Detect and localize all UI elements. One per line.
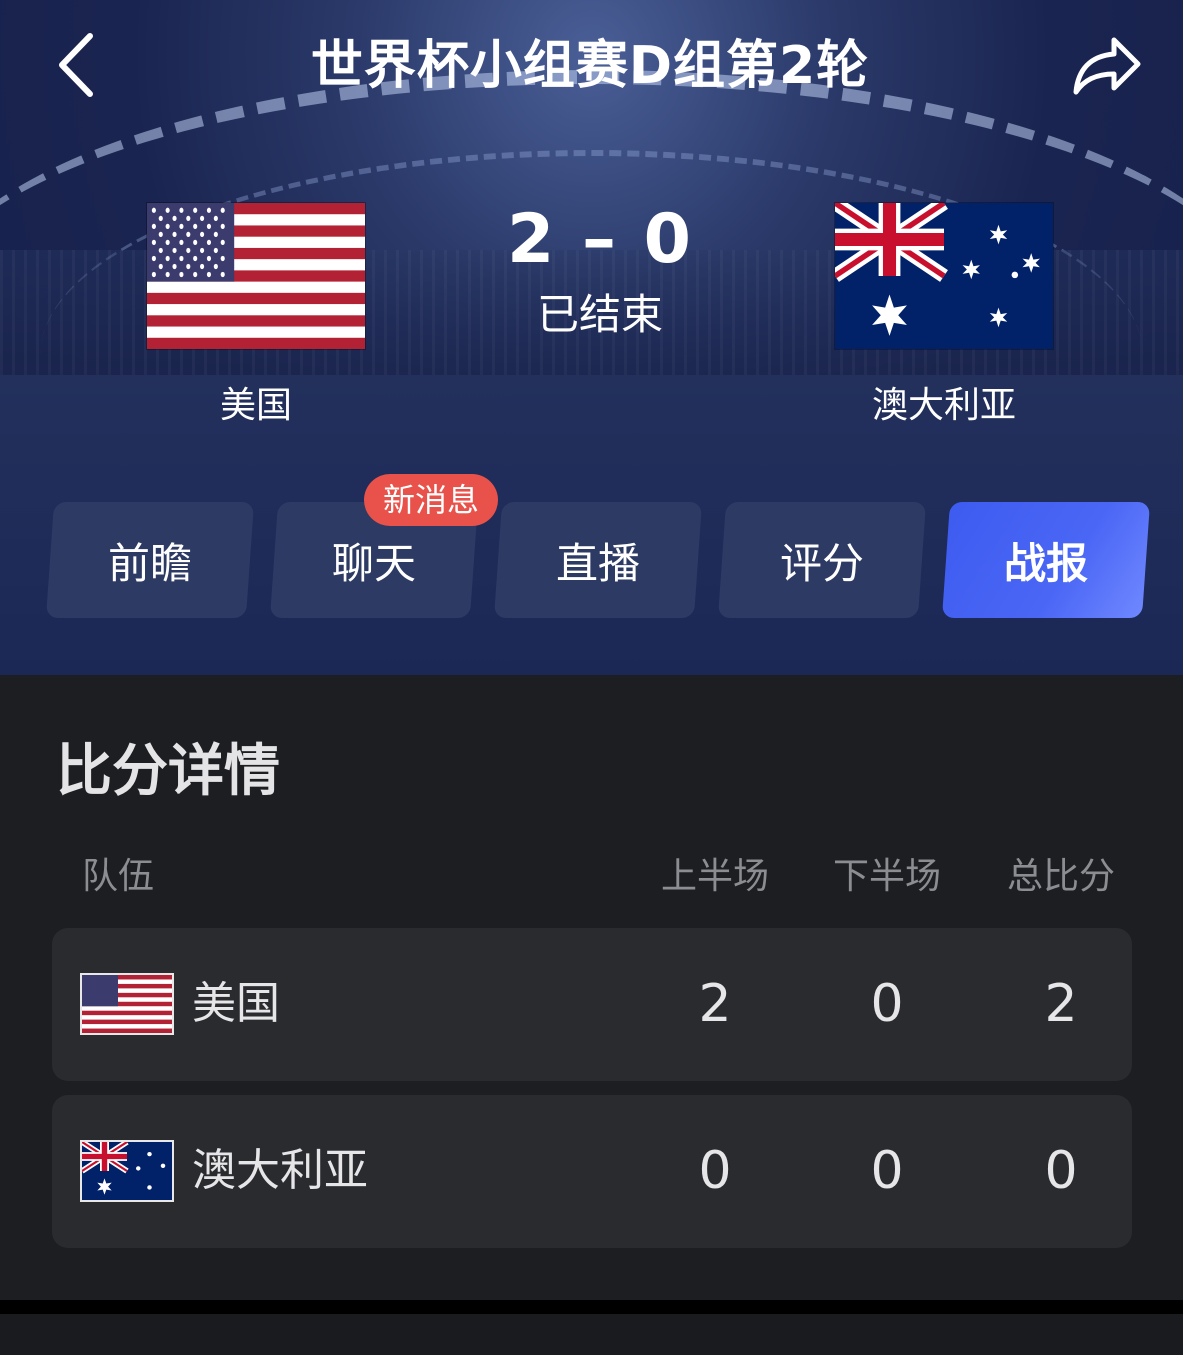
new-message-badge: 新消息 <box>364 474 498 526</box>
column-header-first-half: 上半场 <box>660 856 769 897</box>
tab-report[interactable]: 战报 <box>941 502 1151 618</box>
share-icon <box>1073 37 1141 95</box>
match-status: 已结束 <box>536 290 663 339</box>
tab-label: 战报 <box>1003 538 1088 588</box>
column-header-total: 总比分 <box>1006 856 1115 897</box>
usa-flag-small <box>80 973 174 1035</box>
share-button[interactable] <box>1070 30 1144 100</box>
australia-flag-icon <box>835 203 1053 349</box>
divider <box>0 1300 1183 1314</box>
tab-preview[interactable]: 前瞻 <box>45 502 255 618</box>
tab-label: 直播 <box>555 538 640 588</box>
team-name: 澳大利亚 <box>192 1145 368 1196</box>
chevron-left-icon <box>59 33 93 97</box>
away-team-name: 澳大利亚 <box>871 385 1016 426</box>
team-name: 美国 <box>192 978 280 1029</box>
usa-flag <box>147 203 365 349</box>
australia-flag-small <box>80 1140 174 1202</box>
table-row: 美国 2 0 2 <box>52 928 1132 1081</box>
second-half-score: 0 <box>870 1141 904 1201</box>
second-half-score: 0 <box>870 974 904 1034</box>
bottom-area <box>0 1314 1183 1355</box>
first-half-score: 2 <box>698 974 732 1034</box>
tab-ratings[interactable]: 评分 <box>717 502 927 618</box>
table-row: 澳大利亚 0 0 0 <box>52 1095 1132 1248</box>
tab-live[interactable]: 直播 <box>493 502 703 618</box>
home-team-name: 美国 <box>219 385 292 426</box>
column-header-second-half: 下半场 <box>832 856 941 897</box>
match-score: 2 – 0 <box>507 200 693 279</box>
column-header-team: 队伍 <box>82 856 155 897</box>
score-details-title: 比分详情 <box>56 739 280 804</box>
total-score: 0 <box>1044 1141 1078 1201</box>
usa-flag-icon <box>147 203 365 349</box>
usa-flag-icon <box>82 975 172 1033</box>
australia-flag <box>835 203 1053 349</box>
tab-label: 评分 <box>779 538 864 588</box>
back-button[interactable] <box>52 30 102 100</box>
australia-flag-icon <box>82 1142 172 1200</box>
total-score: 2 <box>1044 974 1078 1034</box>
tab-label: 聊天 <box>331 538 416 588</box>
page-title: 世界杯小组赛D组第2轮 <box>310 36 870 96</box>
tab-label: 前瞻 <box>107 538 192 588</box>
first-half-score: 0 <box>698 1141 732 1201</box>
match-header: 世界杯小组赛D组第2轮 2 – 0 已结束 美国 澳大利亚 前瞻 聊天 直播 评… <box>0 0 1183 675</box>
